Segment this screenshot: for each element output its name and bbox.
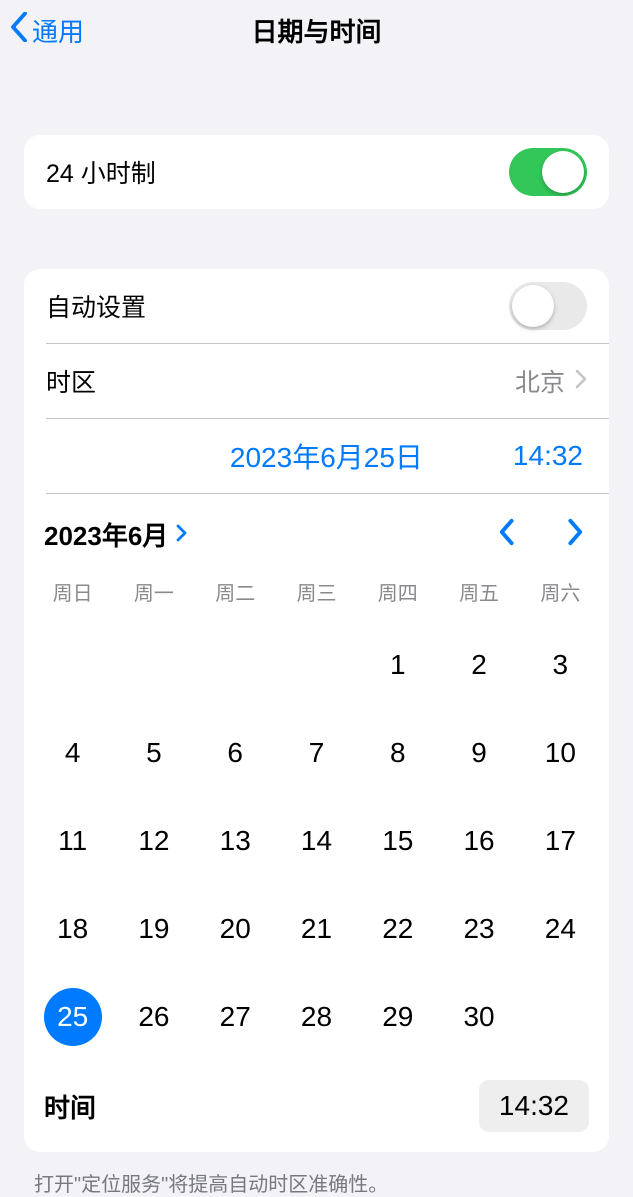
calendar-day[interactable]: 30	[438, 988, 519, 1046]
next-month-button[interactable]	[563, 514, 589, 555]
month-title: 2023年6月	[44, 516, 168, 553]
back-label: 通用	[32, 12, 84, 49]
chevron-left-icon	[10, 12, 28, 49]
calendar-day[interactable]: 17	[520, 812, 601, 870]
month-picker-button[interactable]: 2023年6月	[44, 516, 188, 553]
calendar-day[interactable]: 14	[276, 812, 357, 870]
calendar-day[interactable]: 3	[520, 636, 601, 694]
calendar-day[interactable]: 4	[32, 724, 113, 782]
weekday-label: 周一	[113, 577, 194, 606]
auto-set-label: 自动设置	[46, 288, 146, 324]
calendar-day[interactable]: 2	[438, 636, 519, 694]
calendar-day[interactable]: 1	[357, 636, 438, 694]
selected-date-time-row: 2023年6月25日 14:32	[24, 419, 609, 493]
calendar-day[interactable]: 13	[195, 812, 276, 870]
timezone-row[interactable]: 时区 北京	[24, 344, 609, 418]
calendar-day[interactable]: 6	[195, 724, 276, 782]
time-24h-toggle[interactable]	[509, 148, 587, 196]
timezone-value: 北京	[515, 363, 565, 399]
calendar-day[interactable]: 23	[438, 900, 519, 958]
calendar-day[interactable]: 26	[113, 988, 194, 1046]
selected-time-display[interactable]: 14:32	[513, 440, 583, 472]
auto-set-toggle[interactable]	[509, 282, 587, 330]
calendar-day[interactable]: 12	[113, 812, 194, 870]
prev-month-button[interactable]	[493, 514, 519, 555]
time-picker-button[interactable]: 14:32	[479, 1080, 589, 1132]
calendar-day[interactable]: 8	[357, 724, 438, 782]
calendar-day[interactable]: 22	[357, 900, 438, 958]
calendar-day[interactable]: 21	[276, 900, 357, 958]
calendar-day[interactable]: 16	[438, 812, 519, 870]
calendar-day[interactable]: 24	[520, 900, 601, 958]
timezone-label: 时区	[46, 363, 96, 399]
calendar-day[interactable]: 29	[357, 988, 438, 1046]
calendar-empty-cell	[32, 636, 113, 694]
time-24h-row: 24 小时制	[24, 135, 609, 209]
calendar-day[interactable]: 20	[195, 900, 276, 958]
calendar-day[interactable]: 18	[32, 900, 113, 958]
calendar-day[interactable]: 5	[113, 724, 194, 782]
back-button[interactable]: 通用	[0, 12, 84, 49]
calendar-day[interactable]: 10	[520, 724, 601, 782]
weekday-label: 周二	[195, 577, 276, 606]
calendar: 2023年6月 周日周一周二周三周四周五周六 12345678910111213…	[24, 494, 609, 1152]
calendar-day[interactable]: 7	[276, 724, 357, 782]
calendar-empty-cell	[195, 636, 276, 694]
calendar-empty-cell	[276, 636, 357, 694]
page-title: 日期与时间	[251, 12, 381, 49]
calendar-day[interactable]: 9	[438, 724, 519, 782]
calendar-day[interactable]: 11	[32, 812, 113, 870]
calendar-day[interactable]: 19	[113, 900, 194, 958]
auto-set-row: 自动设置	[24, 269, 609, 343]
chevron-right-icon	[176, 519, 188, 550]
time-24h-label: 24 小时制	[46, 154, 156, 190]
weekday-label: 周三	[276, 577, 357, 606]
weekday-label: 周日	[32, 577, 113, 606]
time-label: 时间	[44, 1088, 96, 1125]
calendar-day[interactable]: 28	[276, 988, 357, 1046]
calendar-day[interactable]: 25	[32, 988, 113, 1046]
calendar-day[interactable]: 15	[357, 812, 438, 870]
chevron-right-icon	[575, 367, 587, 396]
weekday-label: 周五	[438, 577, 519, 606]
calendar-day[interactable]: 27	[195, 988, 276, 1046]
weekday-label: 周六	[520, 577, 601, 606]
calendar-empty-cell	[113, 636, 194, 694]
selected-date-display[interactable]: 2023年6月25日	[230, 436, 423, 476]
weekday-label: 周四	[357, 577, 438, 606]
